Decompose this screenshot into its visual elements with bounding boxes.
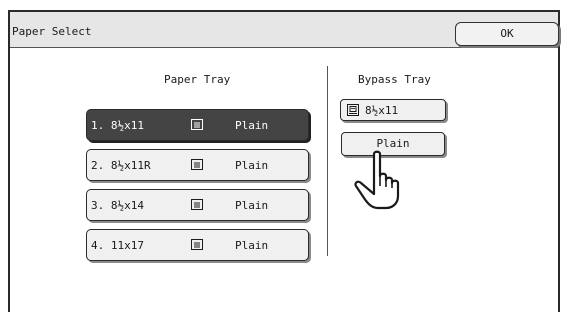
pointing-hand-icon — [354, 150, 400, 210]
tray-type-label: Plain — [235, 199, 269, 212]
page-title: Paper Select — [12, 25, 92, 38]
paper-stack-icon — [191, 239, 203, 250]
paper-stack-icon — [191, 199, 203, 210]
tray-button-1[interactable]: 1. 8½x11 Plain — [86, 109, 309, 141]
section-divider — [327, 66, 328, 256]
tray-size-label: 4. 11x17 — [91, 239, 144, 252]
bypass-size-button[interactable]: 8½x11 — [340, 99, 446, 121]
tray-type-label: Plain — [235, 119, 269, 132]
bypass-tray-label: Bypass Tray — [358, 73, 431, 86]
paper-stack-icon — [191, 159, 203, 170]
tray-size-label: 1. 8½x11 — [91, 119, 144, 132]
tray-type-label: Plain — [235, 239, 269, 252]
tray-type-label: Plain — [235, 159, 269, 172]
paper-stack-icon — [191, 119, 203, 130]
bypass-tray-icon — [347, 104, 359, 116]
tray-button-2[interactable]: 2. 8½x11R Plain — [86, 149, 309, 181]
header-bar: Paper Select OK — [10, 12, 559, 48]
paper-tray-label: Paper Tray — [164, 73, 231, 86]
ok-button[interactable]: OK — [455, 22, 559, 46]
tray-button-4[interactable]: 4. 11x17 Plain — [86, 229, 309, 261]
tray-size-label: 2. 8½x11R — [91, 159, 151, 172]
tray-size-label: 3. 8½x14 — [91, 199, 144, 212]
bypass-size-label: 8½x11 — [365, 104, 399, 117]
tray-button-3[interactable]: 3. 8½x14 Plain — [86, 189, 309, 221]
